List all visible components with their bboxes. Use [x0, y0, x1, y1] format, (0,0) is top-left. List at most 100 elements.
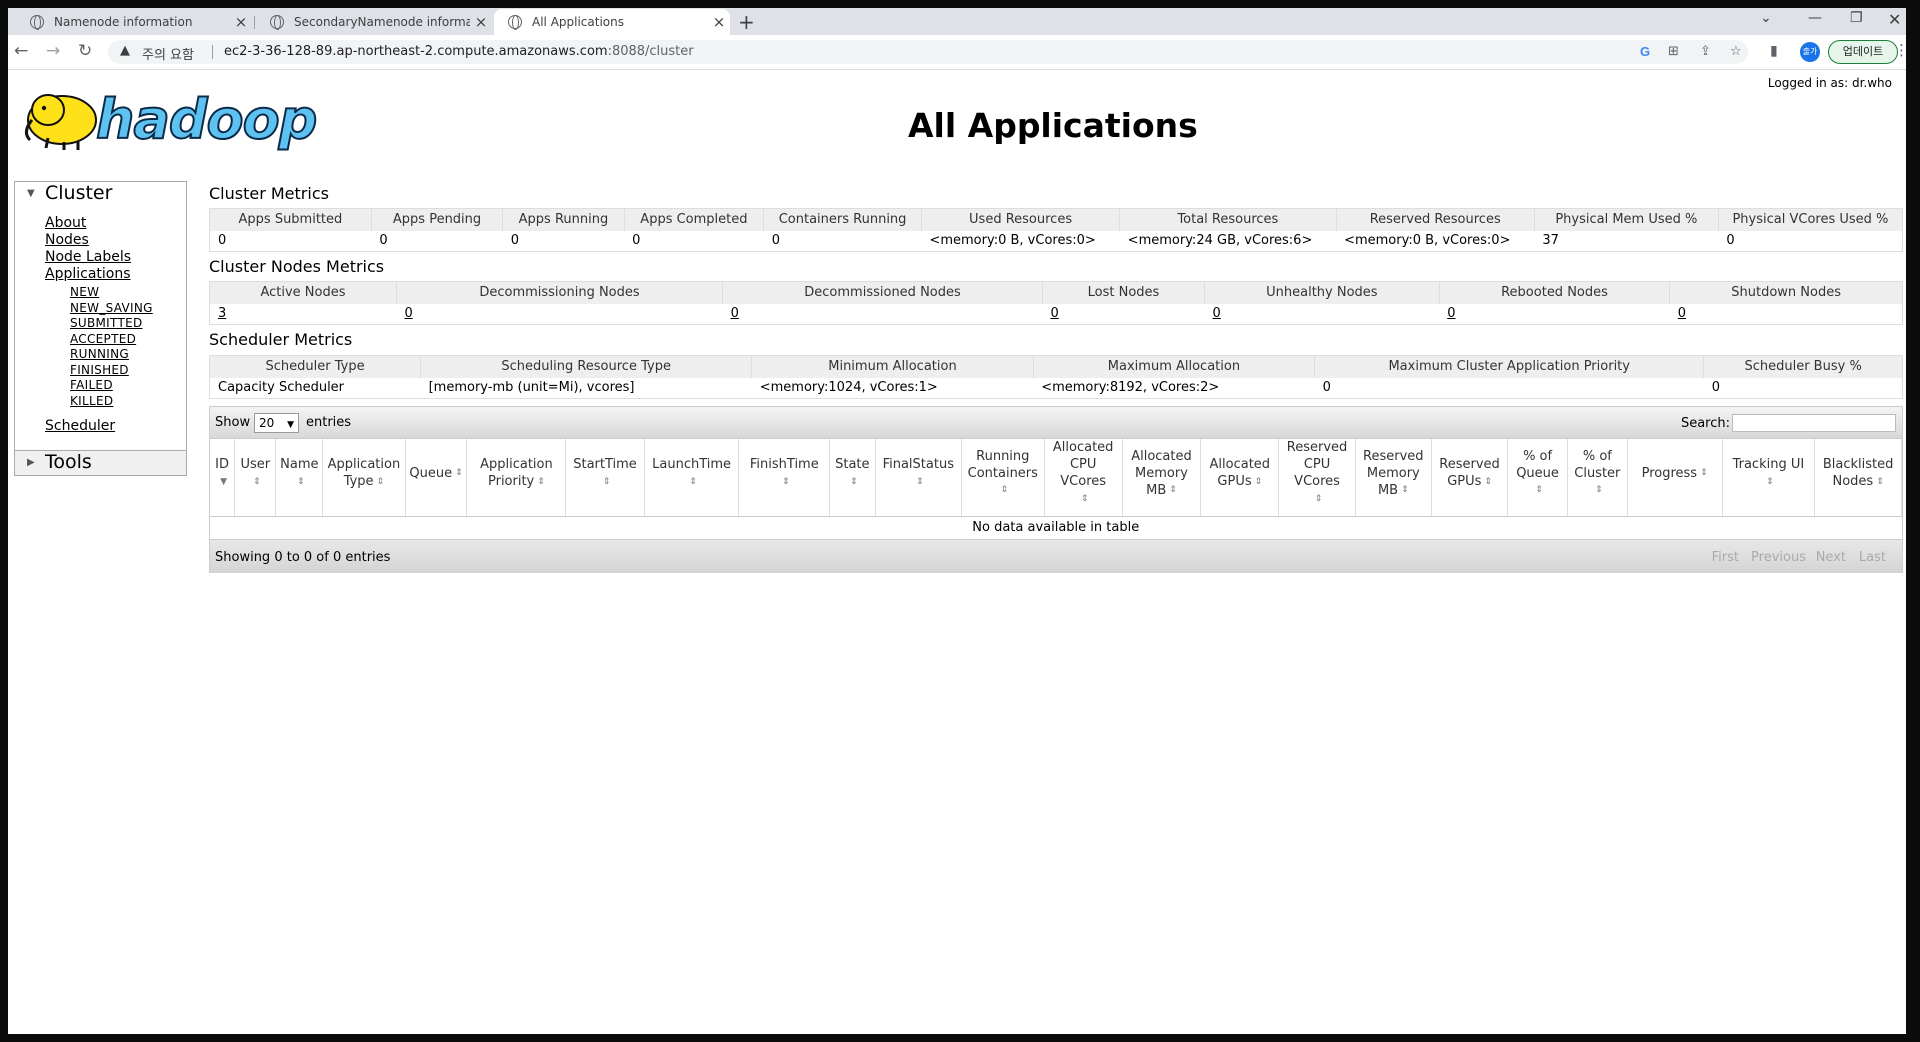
close-icon[interactable]: × [470, 13, 492, 31]
sidebar-link-about[interactable]: About [45, 215, 86, 231]
sidebar-link-node-labels[interactable]: Node Labels [45, 249, 131, 265]
column-header: Minimum Allocation [751, 355, 1034, 378]
pager-first-button[interactable]: First [1712, 550, 1739, 565]
column-header-id[interactable]: ID ▼ [210, 439, 236, 517]
column-header-queue[interactable]: Queue ⇕ [405, 439, 468, 517]
column-header-reserved-memory[interactable]: Reserved Memory MB ⇕ [1355, 439, 1432, 517]
hadoop-logo[interactable]: hadoop [18, 80, 318, 152]
column-header-reserved-gpus[interactable]: Reserved GPUs ⇕ [1431, 439, 1509, 517]
column-header-allocated-memory[interactable]: Allocated Memory MB ⇕ [1122, 439, 1202, 517]
tab-all-applications[interactable]: All Applications × [494, 9, 730, 35]
url-text[interactable]: ec2-3-36-128-89.ap-northeast-2.compute.a… [224, 44, 694, 59]
column-header-launch-time[interactable]: LaunchTime ⇕ [644, 439, 740, 517]
column-header: Physical Mem Used % [1533, 208, 1719, 231]
back-arrow-icon[interactable]: ← [14, 41, 28, 61]
sidebar-state-killed[interactable]: KILLED [70, 394, 113, 408]
sidebar-link-applications[interactable]: Applications [45, 266, 131, 282]
search-input[interactable] [1732, 414, 1896, 432]
column-header-reserved-cpu[interactable]: Reserved CPU VCores ⇕ [1278, 439, 1356, 517]
column-header-application-type[interactable]: Application Type ⇕ [322, 439, 406, 517]
sort-icon: ⇕ [537, 476, 545, 487]
translate-icon[interactable]: ⊞ [1668, 44, 1679, 59]
metric-value: Capacity Scheduler [209, 377, 421, 399]
sidebar-cluster-header[interactable]: ▼ Cluster [14, 181, 187, 207]
sidebar-state-running[interactable]: RUNNING [70, 347, 129, 361]
column-header: Scheduler Busy % [1703, 355, 1903, 378]
side-panel-icon[interactable]: ▮ [1770, 43, 1778, 59]
google-icon[interactable]: G [1640, 44, 1650, 59]
tab-namenode[interactable]: Namenode information × [16, 9, 252, 35]
sidebar-state-submitted[interactable]: SUBMITTED [70, 316, 143, 330]
avatar[interactable]: 출가 [1800, 42, 1820, 62]
share-icon[interactable]: ⇪ [1700, 44, 1711, 59]
reload-icon[interactable]: ↻ [78, 41, 92, 61]
pager-previous-button[interactable]: Previous [1751, 550, 1806, 565]
empty-table-message: No data available in table [972, 519, 1140, 535]
sidebar-tools-header[interactable]: ▶ Tools [14, 450, 187, 476]
minimize-icon[interactable]: — [1808, 10, 1822, 26]
column-header: Lost Nodes [1041, 281, 1205, 304]
close-icon[interactable]: × [230, 13, 252, 31]
column-header-application-priority[interactable]: Application Priority ⇕ [466, 439, 567, 517]
page-length-select[interactable]: 20 ▼ [254, 413, 299, 433]
column-header-allocated-gpus[interactable]: Allocated GPUs ⇕ [1200, 439, 1280, 517]
sort-icon: ⇕ [297, 476, 305, 487]
pager-last-button[interactable]: Last [1859, 550, 1886, 565]
close-icon[interactable]: × [708, 13, 730, 31]
security-warning[interactable]: 주의 요함 [142, 44, 194, 63]
column-header-finish-time[interactable]: FinishTime ⇕ [738, 439, 831, 517]
warning-icon[interactable]: ▲ [120, 43, 130, 58]
column-header-blacklisted-nodes[interactable]: Blacklisted Nodes ⇕ [1814, 439, 1902, 517]
sort-icon: ⇕ [1700, 468, 1708, 479]
rebooted-nodes-link[interactable]: 0 [1447, 306, 1455, 321]
new-tab-button[interactable]: + [738, 10, 755, 34]
sidebar-state-finished[interactable]: FINISHED [70, 363, 129, 377]
triangle-down-icon: ▼ [27, 188, 35, 199]
sidebar-state-accepted[interactable]: ACCEPTED [70, 332, 136, 346]
column-header-percent-cluster[interactable]: % of Cluster ⇕ [1567, 439, 1628, 517]
browser-window: Namenode information × SecondaryNamenode… [8, 8, 1906, 1034]
sidebar-link-nodes[interactable]: Nodes [45, 232, 89, 248]
metric-value: [memory-mb (unit=Mi), vcores] [420, 377, 752, 399]
pager-next-button[interactable]: Next [1816, 550, 1846, 565]
metric-value: <memory:24 GB, vCores:6> [1119, 230, 1337, 252]
column-header-final-status[interactable]: FinalStatus ⇕ [875, 439, 963, 517]
column-header: Decommissioning Nodes [395, 281, 723, 304]
column-header-name[interactable]: Name ⇕ [275, 439, 324, 517]
column-header-state[interactable]: State ⇕ [829, 439, 876, 517]
update-button[interactable]: 업데이트 [1828, 40, 1898, 64]
column-header-user[interactable]: User ⇕ [234, 439, 277, 517]
column-header-progress[interactable]: Progress ⇕ [1627, 439, 1723, 517]
sort-icon: ⇕ [455, 468, 463, 479]
sort-icon: ⇕ [1766, 476, 1774, 487]
tools-label: Tools [45, 451, 92, 473]
decommissioned-nodes-link[interactable]: 0 [731, 306, 739, 321]
column-header-percent-queue[interactable]: % of Queue ⇕ [1507, 439, 1568, 517]
active-nodes-link[interactable]: 3 [218, 306, 226, 321]
star-icon[interactable]: ☆ [1730, 44, 1742, 59]
metric-value: 0 [371, 230, 503, 252]
lost-nodes-link[interactable]: 0 [1050, 306, 1058, 321]
unhealthy-nodes-link[interactable]: 0 [1213, 306, 1221, 321]
shutdown-nodes-link[interactable]: 0 [1678, 306, 1686, 321]
address-bar[interactable]: ▲ 주의 요함 ec2-3-36-128-89.ap-northeast-2.c… [108, 40, 1748, 64]
metric-value: <memory:1024, vCores:1> [751, 377, 1034, 399]
restore-icon[interactable]: ❐ [1850, 10, 1863, 26]
sidebar-state-failed[interactable]: FAILED [70, 378, 113, 392]
forward-arrow-icon[interactable]: → [46, 41, 60, 61]
menu-kebab-icon[interactable]: ⋮ [1894, 41, 1906, 59]
globe-icon [30, 15, 44, 30]
decommissioning-nodes-link[interactable]: 0 [404, 306, 412, 321]
sidebar-state-new-saving[interactable]: NEW_SAVING [70, 301, 153, 315]
sort-icon: ⇕ [1000, 485, 1009, 496]
column-header: Shutdown Nodes [1669, 281, 1903, 304]
chevron-down-icon[interactable]: ⌄ [1760, 10, 1772, 26]
sidebar-link-scheduler[interactable]: Scheduler [45, 418, 115, 434]
column-header-allocated-cpu[interactable]: Allocated CPU VCores ⇕ [1044, 439, 1123, 517]
close-window-icon[interactable]: ✕ [1888, 10, 1901, 29]
column-header-start-time[interactable]: StartTime ⇕ [565, 439, 645, 517]
tab-secondary-namenode[interactable]: SecondaryNamenode informatic × [256, 9, 492, 35]
sidebar-state-new[interactable]: NEW [70, 285, 99, 299]
column-header-tracking-ui[interactable]: Tracking UI ⇕ [1722, 439, 1816, 517]
column-header-running-containers[interactable]: Running Containers ⇕ [961, 439, 1045, 517]
